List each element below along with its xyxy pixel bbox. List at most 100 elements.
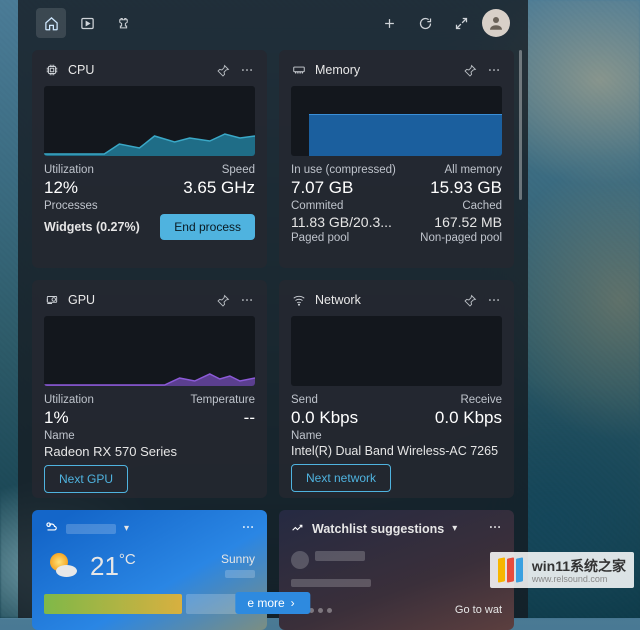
gpu-temp-value: -- bbox=[244, 408, 255, 428]
more-button[interactable] bbox=[486, 292, 502, 308]
pin-icon bbox=[464, 64, 477, 77]
memory-icon bbox=[291, 62, 307, 78]
chevron-down-icon: ▾ bbox=[124, 523, 129, 534]
memory-title: Memory bbox=[315, 63, 454, 77]
net-recv-label: Receive bbox=[460, 394, 502, 406]
mem-commit-label: Commited bbox=[291, 200, 343, 212]
cpu-util-value: 12% bbox=[44, 178, 78, 198]
gpu-card: GPU UtilizationTemperature 1%-- Name Rad… bbox=[32, 280, 267, 498]
gpu-name-value: Radeon RX 570 Series bbox=[44, 444, 177, 459]
scrollbar[interactable] bbox=[519, 50, 522, 200]
weather-card[interactable]: ▾ 21°C Sunny bbox=[32, 510, 267, 630]
pin-button[interactable] bbox=[462, 292, 478, 308]
pin-button[interactable] bbox=[215, 292, 231, 308]
ellipsis-icon bbox=[240, 293, 254, 307]
gpu-icon bbox=[44, 292, 60, 308]
pin-button[interactable] bbox=[215, 62, 231, 78]
net-send-value: 0.0 Kbps bbox=[291, 408, 358, 428]
net-recv-value: 0.0 Kbps bbox=[435, 408, 502, 428]
gpu-util-value: 1% bbox=[44, 408, 69, 428]
ellipsis-icon bbox=[488, 520, 502, 534]
net-name-value: Intel(R) Dual Band Wireless-AC 7265 bbox=[291, 444, 498, 458]
cpu-proc-label: Processes bbox=[44, 200, 98, 212]
mem-paged-label: Paged pool bbox=[291, 232, 349, 244]
next-network-button[interactable]: Next network bbox=[291, 464, 391, 492]
cpu-speed-label: Speed bbox=[222, 164, 255, 176]
watermark-brand: win11系统之家 bbox=[532, 556, 626, 576]
expand-button[interactable] bbox=[446, 8, 476, 38]
cpu-card: CPU Utilization Speed 12% 3.65 GHz Process… bbox=[32, 50, 267, 268]
next-gpu-button[interactable]: Next GPU bbox=[44, 465, 128, 493]
mem-inuse-value: 7.07 GB bbox=[291, 178, 353, 198]
cpu-util-label: Utilization bbox=[44, 164, 94, 176]
goto-watchlist-link[interactable]: Go to wat bbox=[455, 604, 502, 616]
more-button[interactable] bbox=[239, 62, 255, 78]
weather-icon bbox=[44, 520, 58, 537]
more-button[interactable] bbox=[488, 520, 502, 537]
refresh-button[interactable] bbox=[410, 8, 440, 38]
memory-card: Memory In use (compressed)All memory 7.0… bbox=[279, 50, 514, 268]
memory-chart bbox=[291, 86, 502, 156]
gpu-util-label: Utilization bbox=[44, 394, 94, 406]
gpu-title: GPU bbox=[68, 293, 207, 307]
cpu-chart bbox=[44, 86, 255, 156]
mem-all-label: All memory bbox=[444, 164, 502, 176]
gpu-chart bbox=[44, 316, 255, 386]
cpu-icon bbox=[44, 62, 60, 78]
network-title: Network bbox=[315, 293, 454, 307]
network-chart bbox=[291, 316, 502, 386]
refresh-icon bbox=[418, 16, 433, 31]
cpu-title: CPU bbox=[68, 63, 207, 77]
mem-all-value: 15.93 GB bbox=[430, 178, 502, 198]
weather-temp: 21°C bbox=[90, 551, 136, 582]
watermark: win11系统之家 www.relsound.com bbox=[490, 552, 634, 588]
watchlist-card[interactable]: Watchlist suggestions ▾ Go to wat bbox=[279, 510, 514, 630]
end-process-button[interactable]: End process bbox=[160, 214, 255, 240]
watchlist-title: Watchlist suggestions bbox=[312, 522, 444, 536]
ellipsis-icon bbox=[487, 293, 501, 307]
cpu-proc-value: Widgets (0.27%) bbox=[44, 220, 140, 234]
expand-icon bbox=[454, 16, 469, 31]
mem-nonpaged-label: Non-paged pool bbox=[420, 232, 502, 244]
weather-location bbox=[66, 524, 116, 534]
pin-icon bbox=[217, 64, 230, 77]
cpu-speed-value: 3.65 GHz bbox=[183, 178, 255, 198]
user-icon bbox=[487, 14, 505, 32]
net-name-label: Name bbox=[291, 430, 322, 442]
play-box-icon bbox=[80, 16, 95, 31]
network-card: Network Send Receive 0.0 Kbps 0.0 Kbps Nam… bbox=[279, 280, 514, 498]
more-button[interactable] bbox=[486, 62, 502, 78]
chess-icon bbox=[116, 16, 131, 31]
widgets-panel: CPU Utilization Speed 12% 3.65 GHz Process… bbox=[18, 0, 528, 618]
more-button[interactable] bbox=[241, 520, 255, 537]
chevron-down-icon: ▾ bbox=[452, 523, 457, 534]
chevron-right-icon: › bbox=[291, 596, 295, 610]
ellipsis-icon bbox=[241, 520, 255, 534]
watchlist-icon bbox=[291, 521, 304, 537]
see-more-button[interactable]: e more › bbox=[235, 592, 310, 614]
sun-icon bbox=[44, 547, 80, 586]
topbar bbox=[32, 0, 514, 46]
gpu-temp-label: Temperature bbox=[190, 394, 255, 406]
ellipsis-icon bbox=[487, 63, 501, 77]
pin-icon bbox=[217, 294, 230, 307]
media-tab[interactable] bbox=[72, 8, 102, 38]
pin-button[interactable] bbox=[462, 62, 478, 78]
weather-cond: Sunny bbox=[221, 552, 255, 566]
mem-cached-label: Cached bbox=[462, 200, 502, 212]
ellipsis-icon bbox=[240, 63, 254, 77]
home-tab[interactable] bbox=[36, 8, 66, 38]
network-icon bbox=[291, 292, 307, 308]
more-button[interactable] bbox=[239, 292, 255, 308]
watermark-logo bbox=[498, 556, 526, 584]
games-tab[interactable] bbox=[108, 8, 138, 38]
mem-commit-value: 11.83 GB/20.3... bbox=[291, 214, 392, 230]
cards-grid: CPU Utilization Speed 12% 3.65 GHz Process… bbox=[32, 46, 514, 498]
plus-icon bbox=[382, 16, 397, 31]
pin-icon bbox=[464, 294, 477, 307]
add-widget-button[interactable] bbox=[374, 8, 404, 38]
home-icon bbox=[44, 16, 59, 31]
net-send-label: Send bbox=[291, 394, 318, 406]
mem-cached-value: 167.52 MB bbox=[434, 214, 502, 230]
profile-avatar[interactable] bbox=[482, 9, 510, 37]
